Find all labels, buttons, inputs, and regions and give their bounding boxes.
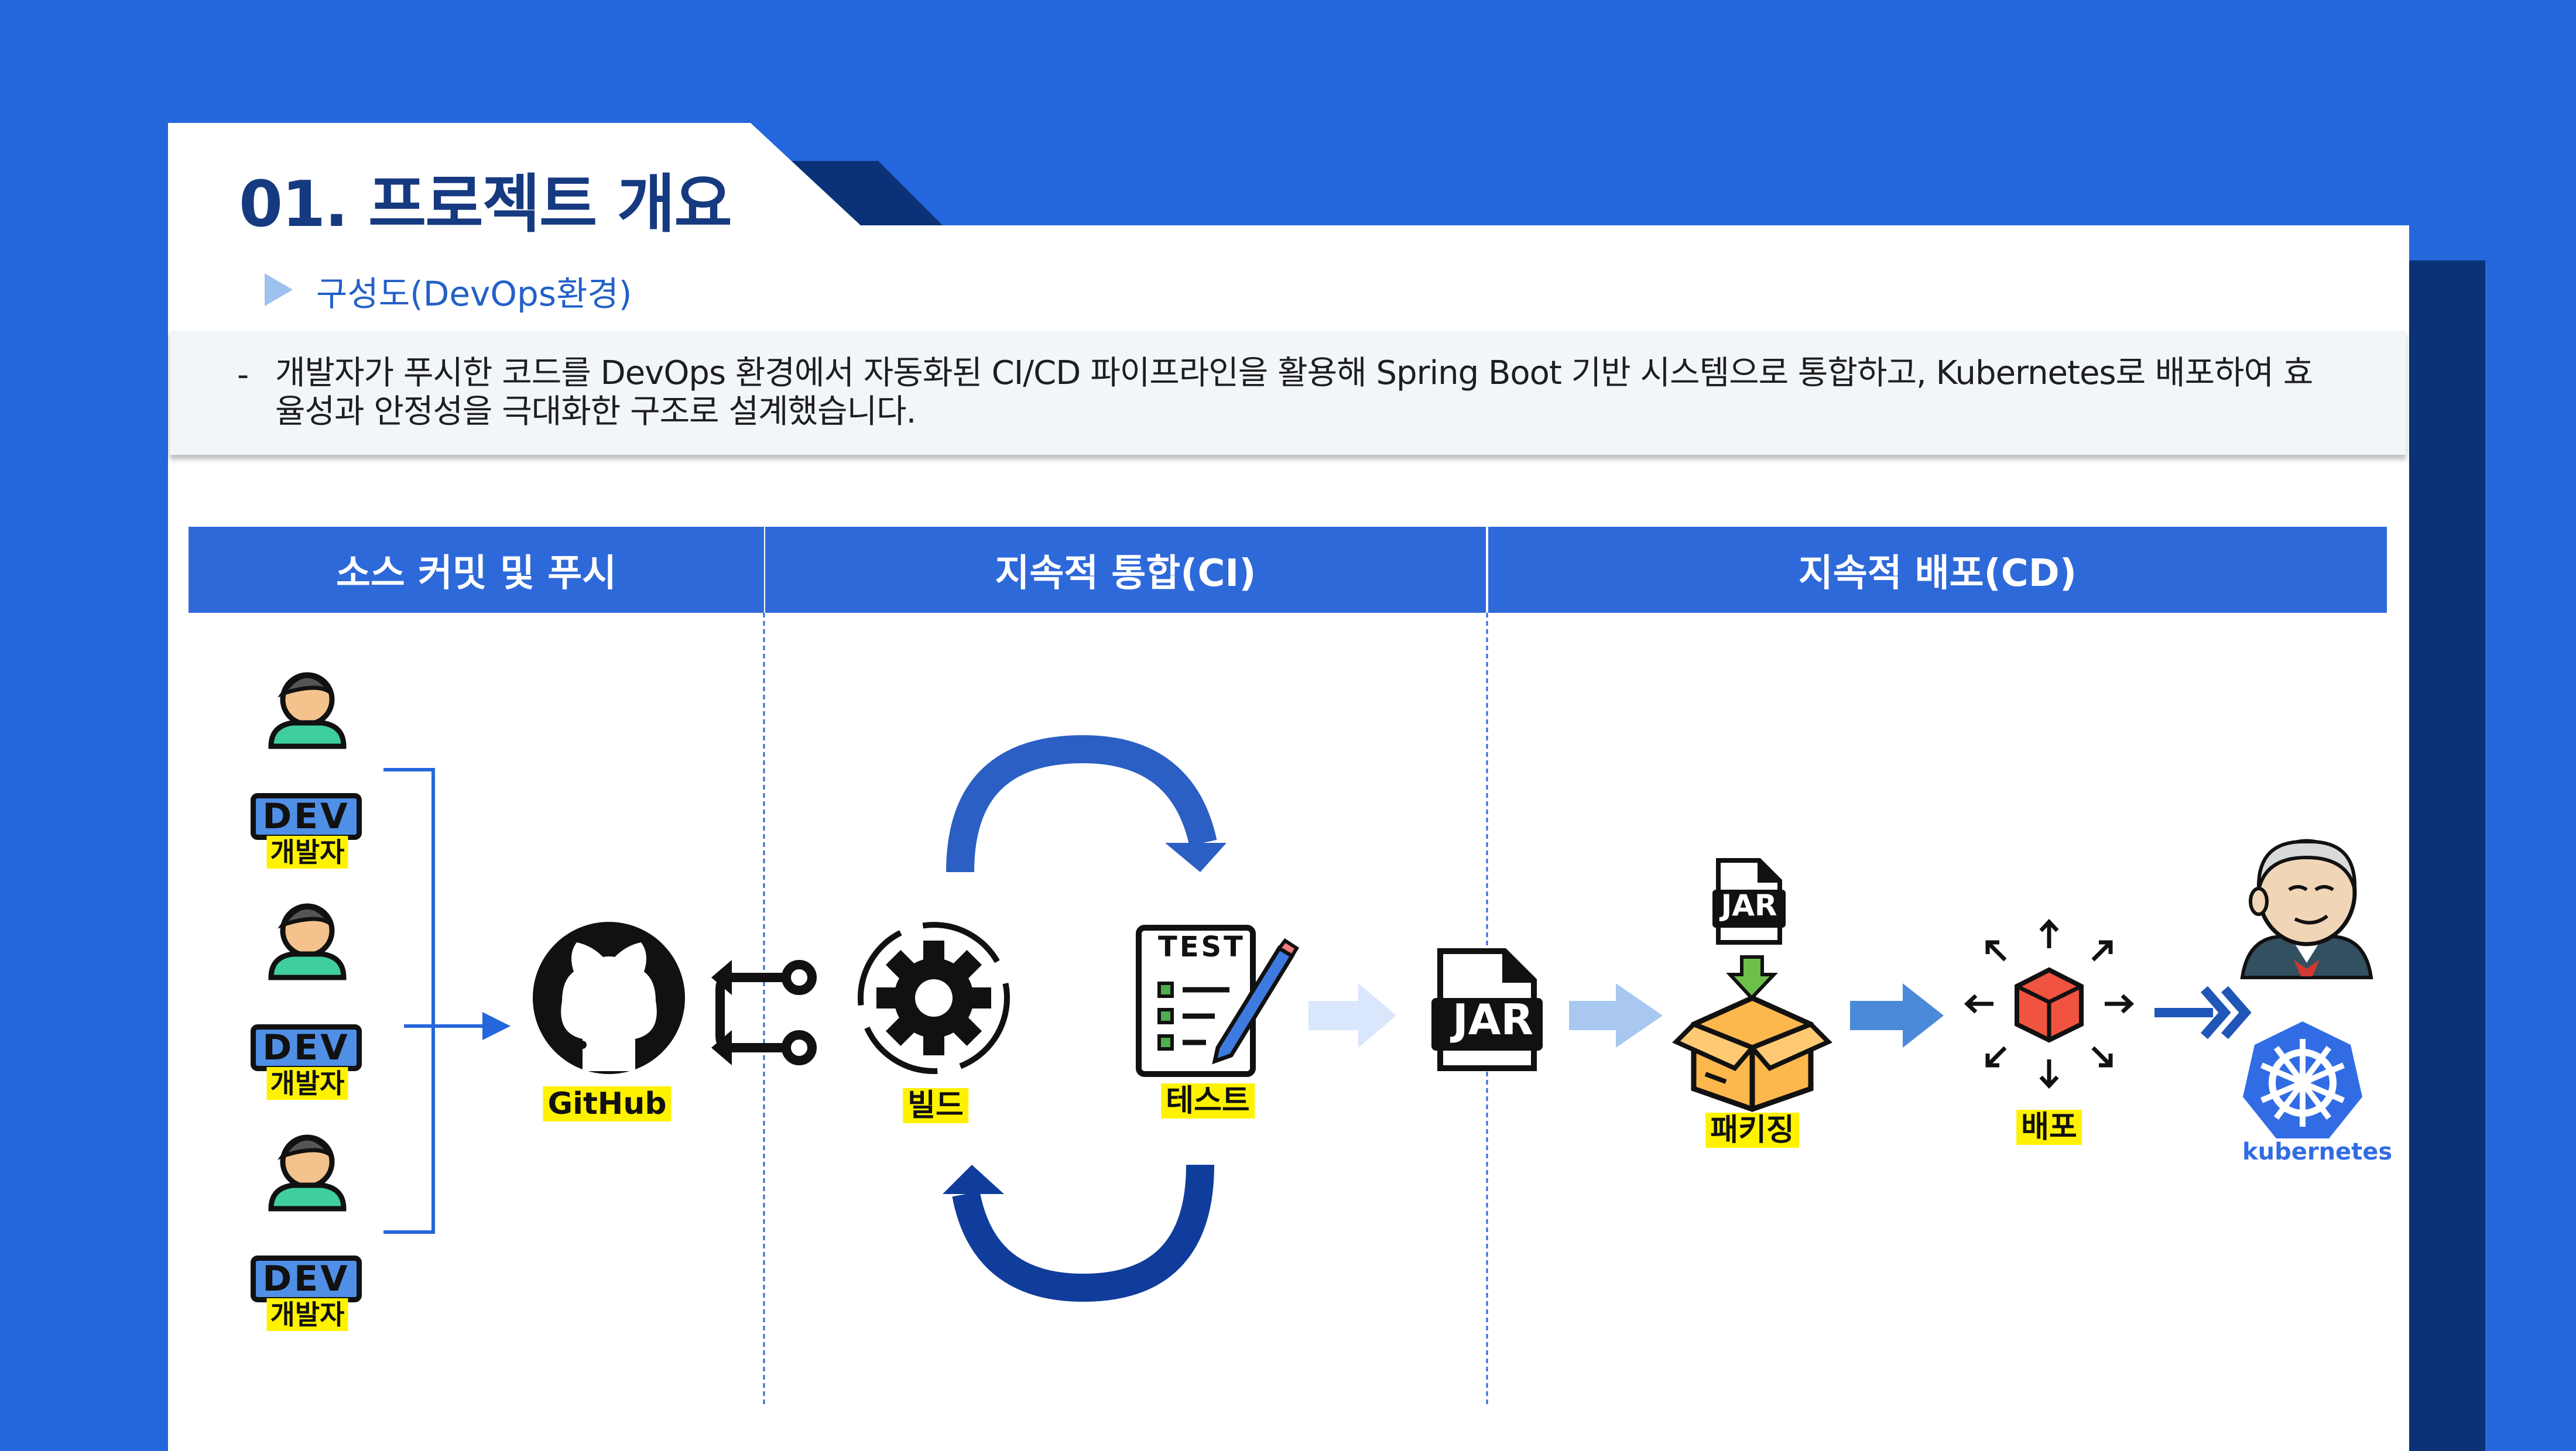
bracket-connector (383, 768, 435, 1234)
cycle-arrowhead-top (1165, 843, 1227, 872)
jenkins-icon (2240, 839, 2373, 979)
github-icon (533, 922, 685, 1074)
test-label: 테스트 (1161, 1083, 1255, 1119)
build-label: 빌드 (903, 1088, 968, 1123)
pipeline-diagram (268, 672, 2373, 1302)
deploy-label: 배포 (2016, 1110, 2082, 1145)
down-arrow-icon (1726, 955, 1778, 1001)
arrow-to-packaging (1569, 983, 1663, 1048)
cycle-arrow-top (946, 735, 1217, 873)
build-gear-icon (858, 922, 1010, 1074)
github-label: GitHub (543, 1086, 672, 1121)
kubernetes-label: kubernetes (2242, 1138, 2393, 1165)
build-label-wrap: 빌드 (903, 1088, 968, 1124)
package-box-icon (1672, 995, 1832, 1112)
test-doc-text: TEST (1158, 931, 1245, 963)
kubernetes-icon (2243, 1021, 2362, 1138)
dev-badge: DEV (251, 1256, 362, 1302)
test-label-wrap: 테스트 (1161, 1083, 1255, 1119)
double-chevron-icon (2154, 986, 2252, 1040)
arrow-to-deploy (1850, 983, 1944, 1048)
cycle-arrowhead-bottom (943, 1165, 1004, 1194)
cycle-arrow-bottom (952, 1164, 1214, 1302)
git-commit-icon (711, 960, 817, 1065)
github-label-wrap: GitHub (543, 1086, 672, 1122)
dev-badge: DEV (251, 793, 362, 840)
packaging-label: 패키징 (1705, 1113, 1799, 1148)
developer-label: 개발자 (266, 1067, 348, 1100)
deploy-label-wrap: 배포 (2016, 1109, 2082, 1145)
developer-icon (268, 672, 347, 749)
developer-icon (268, 903, 347, 980)
packaging-label-wrap: 패키징 (1705, 1112, 1799, 1148)
deploy-cube-icon (1964, 918, 2135, 1089)
developer-label: 개발자 (266, 836, 348, 869)
developer-icon (268, 1134, 347, 1212)
jar-text: JAR (1453, 995, 1533, 1044)
dev-badge: DEV (251, 1024, 362, 1071)
jar-small-text: JAR (1721, 889, 1777, 922)
arrow-to-jar (1308, 983, 1396, 1048)
developer-label: 개발자 (266, 1298, 348, 1331)
